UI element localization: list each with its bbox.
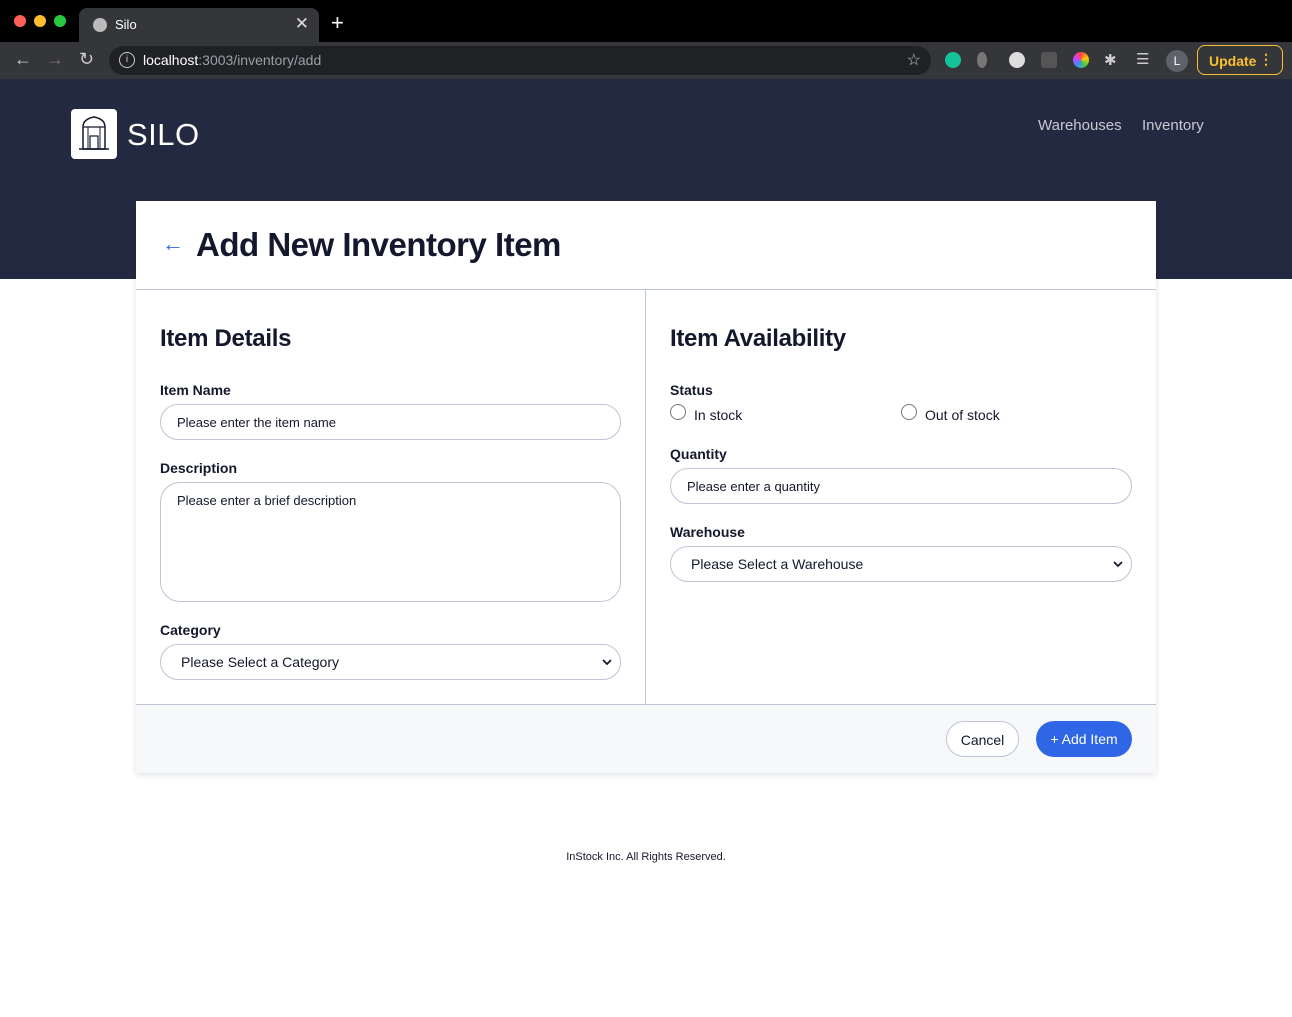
category-label: Category [160, 622, 221, 638]
forward-icon[interactable]: → [46, 49, 64, 70]
more-menu-icon: ⋮ [1259, 51, 1273, 67]
item-availability-title: Item Availability [670, 325, 846, 352]
extension-icon[interactable] [1009, 52, 1025, 68]
item-name-label: Item Name [160, 382, 231, 398]
status-label: Status [670, 382, 713, 398]
new-tab-button[interactable]: + [331, 10, 344, 36]
chevron-down-icon [602, 659, 612, 666]
maximize-window-button[interactable] [54, 15, 66, 27]
item-name-input[interactable] [160, 404, 621, 440]
video-extension-icon[interactable] [1041, 52, 1057, 68]
puzzle-extensions-icon[interactable]: ✱ [1104, 51, 1117, 69]
card-actions: Cancel + Add Item [136, 704, 1156, 773]
close-window-button[interactable] [14, 15, 26, 27]
browser-tab[interactable]: Silo ✕ [79, 8, 319, 42]
reload-icon[interactable]: ↻ [79, 49, 94, 70]
warehouse-label: Warehouse [670, 524, 745, 540]
cancel-button[interactable]: Cancel [946, 721, 1019, 757]
nav-warehouses[interactable]: Warehouses [1038, 117, 1122, 134]
card-header: ← Add New Inventory Item [136, 201, 1156, 290]
silo-logo-icon[interactable] [71, 109, 117, 159]
url-host: localhost [143, 52, 199, 68]
quantity-input[interactable] [670, 468, 1132, 504]
out-of-stock-label[interactable]: Out of stock [925, 407, 1000, 423]
logo-text[interactable]: SILO [127, 117, 200, 153]
in-stock-radio[interactable] [670, 404, 686, 420]
in-stock-label[interactable]: In stock [694, 407, 742, 423]
color-extension-icon[interactable] [1073, 52, 1089, 68]
back-arrow-icon[interactable]: ← [162, 231, 184, 257]
reading-list-icon[interactable]: ☰ [1136, 50, 1149, 68]
globe-icon [93, 18, 107, 32]
minimize-window-button[interactable] [34, 15, 46, 27]
back-icon[interactable]: ← [14, 49, 32, 70]
update-label: Update [1209, 53, 1257, 69]
out-of-stock-option[interactable]: Out of stock [901, 404, 1101, 424]
update-button[interactable]: Update ⋮ [1197, 45, 1283, 75]
column-divider [645, 290, 646, 704]
add-inventory-card: ← Add New Inventory Item Item Details It… [136, 201, 1156, 773]
description-input[interactable] [160, 482, 621, 602]
nav-inventory[interactable]: Inventory [1142, 117, 1204, 134]
out-of-stock-radio[interactable] [901, 404, 917, 420]
grammarly-extension-icon[interactable] [945, 52, 961, 68]
category-selected-value: Please Select a Category [181, 654, 339, 670]
description-label: Description [160, 460, 238, 476]
category-select[interactable]: Please Select a Category [160, 644, 621, 680]
warehouse-selected-value: Please Select a Warehouse [691, 556, 864, 572]
browser-toolbar: ← → ↻ i localhost:3003/inventory/add ☆ ✱… [0, 42, 1292, 79]
page-footer: InStock Inc. All Rights Reserved. [566, 851, 726, 863]
site-info-icon[interactable]: i [119, 52, 135, 68]
close-tab-icon[interactable]: ✕ [295, 14, 309, 34]
in-stock-option[interactable]: In stock [670, 404, 870, 424]
bookmark-star-icon[interactable]: ☆ [907, 50, 921, 70]
page-title: Add New Inventory Item [196, 226, 561, 263]
browser-tab-strip: Silo ✕ + [0, 0, 1292, 42]
tab-title: Silo [115, 17, 137, 32]
address-bar[interactable]: i localhost:3003/inventory/add ☆ [109, 46, 931, 75]
profile-avatar[interactable]: L [1166, 50, 1188, 72]
url-path: :3003/inventory/add [198, 52, 322, 68]
item-details-title: Item Details [160, 325, 292, 352]
extension-icon[interactable] [977, 52, 987, 68]
warehouse-select[interactable]: Please Select a Warehouse [670, 546, 1132, 582]
add-item-button[interactable]: + Add Item [1036, 721, 1132, 757]
chevron-down-icon [1113, 561, 1123, 568]
quantity-label: Quantity [670, 446, 727, 462]
